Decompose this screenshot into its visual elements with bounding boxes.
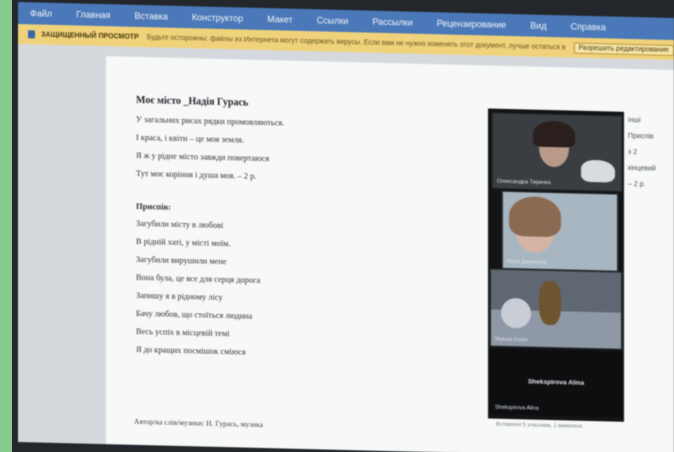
video-tile[interactable]: Mykola Fedor [490, 268, 622, 350]
chorus-line: Весь успіх в місцевій темі [136, 326, 230, 339]
participant-name: Юлія Данилова [507, 258, 547, 266]
participant-name: Олександра Тиринка [497, 178, 551, 187]
participant-hair [533, 120, 575, 148]
participant-hand [581, 159, 615, 183]
video-tile[interactable]: Юлія Данилова [502, 190, 618, 272]
participant-name-center: Shekspirova Alina [527, 378, 585, 387]
chorus-line: Загубили місту в любові [136, 218, 224, 231]
participant-name: Mykola Fedor [495, 336, 529, 344]
tab-help[interactable]: Справка [559, 21, 618, 33]
participant-figure [539, 280, 561, 326]
tab-references[interactable]: Ссылки [305, 15, 361, 26]
tab-design[interactable]: Конструктор [180, 12, 255, 24]
tab-file[interactable]: Файл [18, 8, 64, 19]
tab-view[interactable]: Вид [518, 20, 558, 31]
chorus-line: Запишу я в рідному лісу [136, 290, 223, 303]
footer-note: Автор/ка слів/музики: Н. Гурась, музика [134, 416, 264, 429]
word-window: Файл Главная Вставка Конструктор Макет С… [18, 2, 674, 452]
verse-line: Я ж у рідне місто завжди повертаюся [136, 150, 270, 164]
participant-video [501, 297, 531, 329]
monitor-frame: Файл Главная Вставка Конструктор Макет С… [12, 0, 674, 452]
tab-review[interactable]: Рецензирование [425, 18, 519, 30]
video-tile[interactable]: Олександра Тиринка [492, 112, 622, 192]
verse-line: Тут моє коріння і душа моя. – 2 р. [136, 168, 257, 181]
side-comment: Приспів [628, 132, 654, 141]
side-comment: інші [628, 116, 641, 125]
verse-line: У загальних рисах рядки промовляються. [136, 114, 285, 128]
side-comment: з 2 [628, 148, 638, 157]
shield-icon [28, 30, 36, 39]
enable-editing-button[interactable]: Разрешить редактирование [573, 42, 674, 56]
side-comments: інші Приспів з 2 кінцевий – 2 р. [628, 117, 674, 198]
tab-mailings[interactable]: Рассылки [360, 16, 424, 28]
chorus-line: В рідній хаті, у місті моїм. [136, 236, 231, 249]
chorus-line: Вона була, це все для серця дорога [136, 272, 261, 285]
video-call-panel: Олександра Тиринка Юлія Данилова Mykola … [488, 108, 624, 422]
poem-title: Моє місто _Надія Гурась [136, 94, 249, 109]
poem-text: Моє місто _Надія Гурась У загальних риса… [136, 95, 466, 371]
side-comment: кінцевий [628, 164, 656, 173]
chorus-line: Я до кращих посмішок сміюся [136, 344, 246, 357]
protected-view-title: ЗАЩИЩЕННЫЙ ПРОСМОТР [41, 31, 139, 41]
verse-line: І краса, і квіти – це моя земля. [136, 132, 244, 145]
participant-name: Shekspirova Alina [495, 404, 539, 412]
tab-insert[interactable]: Вставка [122, 11, 179, 22]
tab-home[interactable]: Главная [64, 9, 122, 20]
participant-hair [509, 195, 561, 238]
tab-layout[interactable]: Макет [255, 14, 304, 25]
video-tile[interactable]: Shekspirova Alina Shekspirova Alina [490, 348, 622, 418]
chorus-line: Загубили вирушили мене [136, 254, 227, 267]
chorus-line: Бачу любов, що стоїться людина [136, 308, 253, 321]
side-comment: – 2 р. [628, 180, 646, 189]
